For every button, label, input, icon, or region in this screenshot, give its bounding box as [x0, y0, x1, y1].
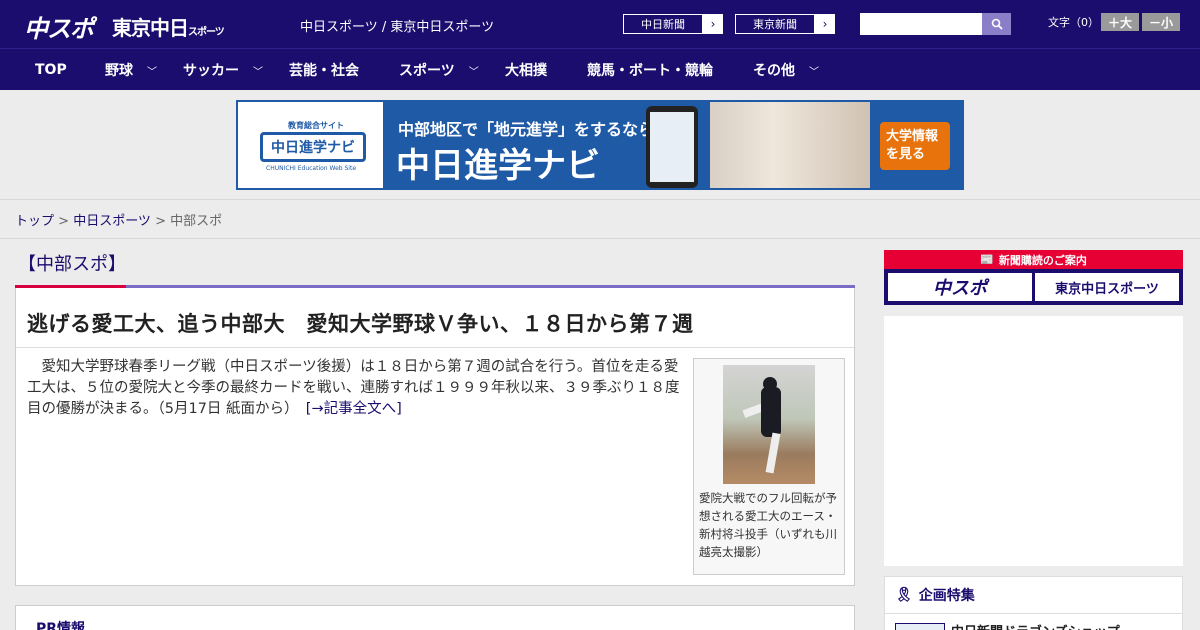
chevron-down-icon: ﹀: [253, 66, 263, 78]
nav-item-top[interactable]: TOP: [35, 49, 67, 91]
pr-title: PR情報: [36, 621, 86, 630]
pitcher-photo[interactable]: [723, 365, 815, 484]
banner-tag: 教育総合サイト: [288, 121, 344, 130]
feature-item-link[interactable]: 中日新聞ドラゴンズショップ: [951, 621, 1120, 630]
banner-area: 教育総合サイト 中日進学ナビ CHUNICHI Education Web Si…: [0, 90, 1200, 200]
nav-item-sports[interactable]: スポーツ ﹀: [399, 49, 479, 91]
nav-item-label: サッカー: [183, 63, 239, 79]
divider: [16, 347, 854, 348]
section-title: 【中部スポ】: [18, 254, 126, 275]
breadcrumb-sep: >: [150, 214, 171, 229]
search-icon: [991, 18, 1003, 30]
feature-box: 🎗 企画特集 中日新聞ドラゴンズショップ: [884, 576, 1183, 630]
breadcrumb: トップ > 中日スポーツ > 中部スポ: [15, 210, 222, 229]
nav-item-label: 野球: [105, 63, 133, 79]
nav-item-baseball[interactable]: 野球 ﹀: [105, 49, 157, 91]
pr-box: PR情報: [15, 605, 855, 630]
breadcrumb-parent[interactable]: 中日スポーツ: [73, 214, 151, 229]
breadcrumb-current: 中部スポ: [170, 214, 223, 229]
shingaku-navi-banner[interactable]: 教育総合サイト 中日進学ナビ CHUNICHI Education Web Si…: [236, 100, 964, 190]
chevron-right-icon: ›: [815, 14, 835, 34]
feature-title-label: 企画特集: [918, 588, 975, 604]
ad-space: [884, 316, 1183, 566]
tokyo-chunichi-logo[interactable]: 東京中日スポーツ: [112, 12, 225, 41]
chevron-down-icon: ﹀: [468, 66, 479, 78]
chuspo-logo[interactable]: 中スポ: [24, 9, 94, 44]
subscription-box[interactable]: 📰 新聞購読のご案内 中スポ 東京中日スポーツ: [884, 250, 1183, 305]
nav-item-soccer[interactable]: サッカー ﹀: [183, 49, 263, 91]
banner-logo-text: 中日進学ナビ: [260, 132, 366, 162]
nav-item-sumo[interactable]: 大相撲: [505, 49, 547, 91]
nav-item-other[interactable]: その他 ﹀: [753, 49, 819, 91]
font-size-up-button[interactable]: ＋大: [1101, 13, 1139, 31]
nav-item-label: 大相撲: [505, 63, 547, 79]
search-input[interactable]: [860, 13, 982, 35]
nav-item-label: 競馬・ボート・競輪: [587, 63, 713, 79]
nav-item-racing[interactable]: 競馬・ボート・競輪: [587, 49, 713, 91]
students-photo: [710, 102, 870, 188]
article-headline[interactable]: 逃げる愛工大、追う中部大 愛知大学野球Ｖ争い、１８日から第７週: [27, 308, 694, 338]
search-button[interactable]: [982, 13, 1011, 35]
font-size-down-button[interactable]: －小: [1142, 13, 1180, 31]
tokyo-logo-text: 東京中日: [112, 16, 189, 40]
chunichi-shimbun-button[interactable]: 中日新聞 ›: [622, 13, 724, 35]
chunichi-shimbun-label: 中日新聞: [623, 14, 703, 34]
feature-title: 🎗 企画特集: [895, 585, 975, 605]
tokyo-shimbun-button[interactable]: 東京新聞 ›: [734, 13, 836, 35]
nav-item-entertainment[interactable]: 芸能・社会: [289, 49, 359, 91]
font-size-label: 文字（0）: [1048, 16, 1099, 29]
chevron-down-icon: ﹀: [147, 66, 157, 78]
smartphone-image: [646, 106, 698, 188]
top-header: 中スポ 東京中日スポーツ 中日スポーツ / 東京中日スポーツ 中日新聞 › 東京…: [0, 0, 1200, 48]
nav-item-label: TOP: [35, 62, 67, 78]
nav-item-label: その他: [753, 63, 795, 79]
feature-thumbnail[interactable]: [895, 623, 945, 630]
banner-logo: 教育総合サイト 中日進学ナビ CHUNICHI Education Web Si…: [238, 102, 383, 188]
main-nav: TOP 野球 ﹀ サッカー ﹀ 芸能・社会 スポーツ ﹀ 大相撲 競馬・ボート・競輪 …: [0, 48, 1200, 90]
cta-line2: を見る: [886, 147, 926, 162]
cta-line1: 大学情報: [886, 129, 939, 144]
breadcrumb-home[interactable]: トップ: [15, 214, 54, 229]
banner-line1: 中部地区で「地元進学」をするなら: [398, 120, 655, 139]
site-links[interactable]: 中日スポーツ / 東京中日スポーツ: [300, 16, 494, 35]
banner-line2: 中日進学ナビ: [396, 146, 600, 186]
sub-logo-tokyo[interactable]: 東京中日スポーツ: [1035, 273, 1179, 301]
tokyo-shimbun-label: 東京新聞: [735, 14, 815, 34]
sub-logo-chuspo[interactable]: 中スポ: [888, 273, 1032, 301]
photo-caption: 愛院大戦でのフル回転が予想される愛工大のエース・新村将斗投手（いずれも川越亮太撮…: [699, 491, 837, 559]
chevron-down-icon: ﹀: [809, 66, 819, 78]
divider: [885, 613, 1182, 614]
divider: [0, 238, 1200, 239]
subscription-head: 📰 新聞購読のご案内: [884, 250, 1183, 269]
nav-item-label: スポーツ: [399, 63, 455, 79]
newspaper-icon: 📰: [980, 253, 994, 266]
subscription-head-label: 新聞購読のご案内: [998, 253, 1087, 267]
tokyo-logo-small: スポーツ: [188, 27, 225, 38]
article-body: 愛知大学野球春季リーグ戦（中日スポーツ後援）は１８日から第７週の試合を行う。首位…: [27, 357, 687, 420]
article-card: 逃げる愛工大、追う中部大 愛知大学野球Ｖ争い、１８日から第７週 愛知大学野球春季…: [15, 288, 855, 586]
ribbon-icon: 🎗: [895, 587, 913, 603]
banner-cta-button[interactable]: 大学情報 を見る: [880, 122, 950, 170]
photo-box: 愛院大戦でのフル回転が予想される愛工大のエース・新村将斗投手（いずれも川越亮太撮…: [693, 358, 845, 575]
banner-logo-sub: CHUNICHI Education Web Site: [266, 165, 357, 172]
nav-item-label: 芸能・社会: [289, 63, 359, 79]
read-more-link[interactable]: [→記事全文へ]: [306, 401, 402, 417]
breadcrumb-sep: >: [54, 214, 74, 229]
chevron-right-icon: ›: [703, 14, 723, 34]
